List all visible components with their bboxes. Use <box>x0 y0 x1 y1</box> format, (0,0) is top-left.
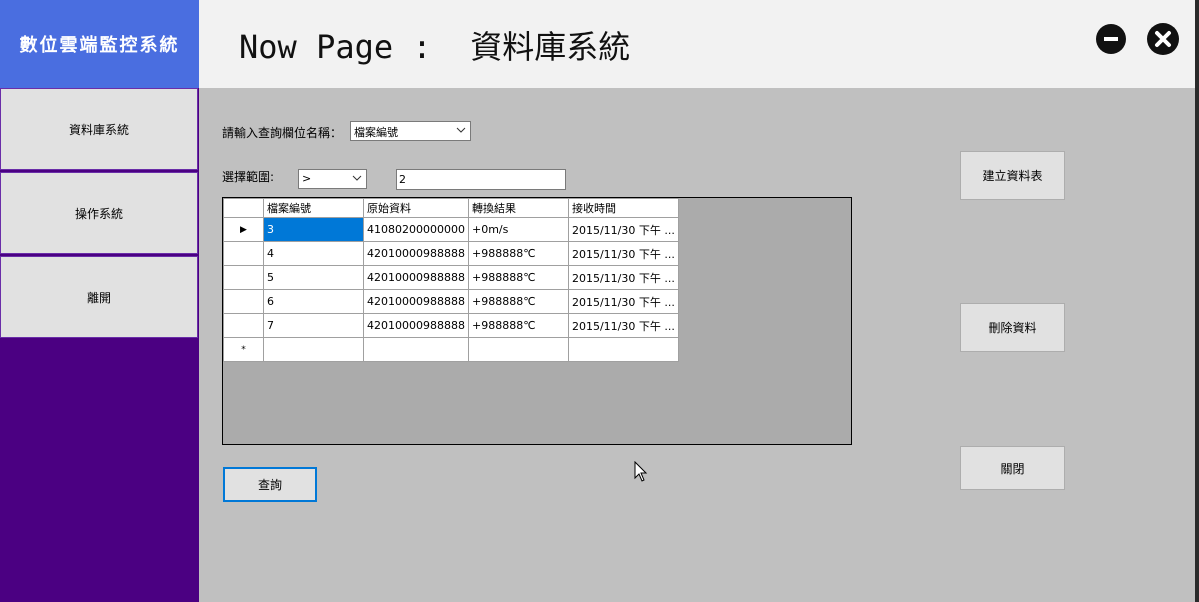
field-select-value: 檔案編號 <box>354 126 398 139</box>
table-cell[interactable] <box>467 337 569 362</box>
table-cell[interactable]: 6 <box>263 289 364 314</box>
table-cell[interactable]: 42010000988888 <box>363 265 469 290</box>
table-cell[interactable]: 2015/11/30 下午 ... <box>567 289 679 314</box>
table-cell[interactable]: 2015/11/30 下午 ... <box>567 265 679 290</box>
window-edge <box>1195 0 1199 602</box>
delete-data-button[interactable]: 刪除資料 <box>960 303 1065 352</box>
table-cell[interactable]: +0m/s <box>467 217 569 242</box>
create-table-button[interactable]: 建立資料表 <box>960 151 1065 200</box>
data-grid[interactable]: 檔案編號 原始資料 轉換結果 接收時間 ▶ 3 41080200000000 +… <box>222 197 852 445</box>
table-cell[interactable]: +988888℃ <box>467 241 569 266</box>
minimize-icon[interactable] <box>1096 24 1126 54</box>
chevron-down-icon <box>352 172 362 187</box>
table-header-row: 檔案編號 原始資料 轉換結果 接收時間 <box>223 198 679 218</box>
column-header[interactable]: 轉換結果 <box>467 198 569 218</box>
table-cell[interactable]: 42010000988888 <box>363 313 469 338</box>
row-header[interactable] <box>223 289 264 314</box>
chevron-down-icon <box>456 124 466 139</box>
table-cell[interactable]: 42010000988888 <box>363 289 469 314</box>
table-cell[interactable]: 41080200000000 <box>363 217 469 242</box>
data-table: 檔案編號 原始資料 轉換結果 接收時間 ▶ 3 41080200000000 +… <box>223 198 679 362</box>
table-cell[interactable]: +988888℃ <box>467 313 569 338</box>
app-title: 數位雲端監控系統 <box>0 0 199 88</box>
column-header[interactable]: 接收時間 <box>567 198 679 218</box>
table-cell[interactable]: 42010000988888 <box>363 241 469 266</box>
table-cell[interactable]: +988888℃ <box>467 289 569 314</box>
range-value-input[interactable]: 2 <box>396 169 566 190</box>
table-row[interactable]: 4 42010000988888 +988888℃ 2015/11/30 下午 … <box>223 241 679 266</box>
table-cell[interactable]: 5 <box>263 265 364 290</box>
new-row[interactable]: * <box>223 337 679 362</box>
mouse-cursor-icon <box>634 460 648 486</box>
range-label: 選擇範圍: <box>222 170 275 184</box>
page-title: Now Page : 資料庫系統 <box>239 28 631 66</box>
table-cell[interactable] <box>567 337 679 362</box>
table-cell[interactable]: 3 <box>263 217 364 242</box>
sidebar-item-database[interactable]: 資料庫系統 <box>0 88 198 170</box>
table-cell[interactable]: +988888℃ <box>467 265 569 290</box>
header: Now Page : 資料庫系統 <box>199 0 1199 88</box>
sidebar-item-operation[interactable]: 操作系統 <box>0 172 198 254</box>
row-header[interactable] <box>223 265 264 290</box>
row-header[interactable] <box>223 241 264 266</box>
field-select[interactable]: 檔案編號 <box>350 121 471 141</box>
table-row[interactable]: 7 42010000988888 +988888℃ 2015/11/30 下午 … <box>223 313 679 338</box>
table-cell[interactable]: 2015/11/30 下午 ... <box>567 217 679 242</box>
close-icon[interactable] <box>1147 23 1179 55</box>
current-row-icon: ▶ <box>223 217 264 242</box>
table-cell[interactable] <box>363 337 469 362</box>
table-cell[interactable]: 2015/11/30 下午 ... <box>567 241 679 266</box>
table-cell[interactable]: 2015/11/30 下午 ... <box>567 313 679 338</box>
column-header[interactable]: 檔案編號 <box>263 198 364 218</box>
table-row[interactable]: 6 42010000988888 +988888℃ 2015/11/30 下午 … <box>223 289 679 314</box>
sidebar-item-exit[interactable]: 離開 <box>0 256 198 338</box>
row-header-corner <box>223 198 264 218</box>
operator-select-value: > <box>302 172 312 185</box>
table-cell[interactable]: 7 <box>263 313 364 338</box>
field-label: 請輸入查詢欄位名稱： <box>222 126 343 140</box>
table-row[interactable]: ▶ 3 41080200000000 +0m/s 2015/11/30 下午 .… <box>223 217 679 242</box>
table-cell[interactable]: 4 <box>263 241 364 266</box>
close-button[interactable]: 關閉 <box>960 446 1065 490</box>
table-cell[interactable] <box>263 337 364 362</box>
column-header[interactable]: 原始資料 <box>363 198 469 218</box>
operator-select[interactable]: > <box>298 169 367 189</box>
row-header[interactable] <box>223 313 264 338</box>
new-row-icon: * <box>223 337 264 362</box>
table-row[interactable]: 5 42010000988888 +988888℃ 2015/11/30 下午 … <box>223 265 679 290</box>
search-button[interactable]: 查詢 <box>223 467 317 502</box>
